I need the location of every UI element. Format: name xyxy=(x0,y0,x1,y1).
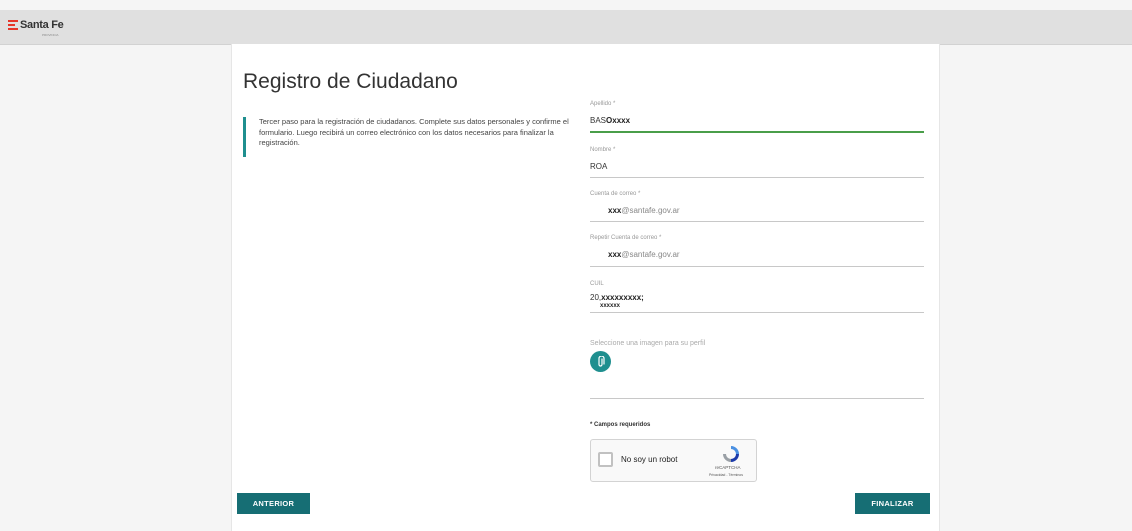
email-underline xyxy=(590,221,924,222)
intro-text: Tercer paso para la registración de ciud… xyxy=(243,117,589,157)
paperclip-icon xyxy=(598,355,605,367)
cuil-label: CUIL xyxy=(590,281,604,287)
santa-fe-logo[interactable]: Santa Fe PROVINCIA xyxy=(8,19,64,37)
email-repeat-underline xyxy=(590,266,924,267)
recaptcha-label: No soy un robot xyxy=(621,455,678,464)
email-label: Cuenta de correo * xyxy=(590,191,641,197)
apellido-underline xyxy=(590,131,924,133)
top-bar: Santa Fe PROVINCIA xyxy=(0,10,1132,45)
apellido-value[interactable]: BASOxxxx xyxy=(590,116,630,125)
apellido-field[interactable]: Apellido * BASOxxxx xyxy=(590,101,924,134)
email-repeat-value-redacted: xxx xyxy=(608,250,622,259)
profile-image-label: Seleccione una imagen para su perfil xyxy=(590,340,706,347)
email-repeat-value[interactable]: xxx@santafe.gov.ar xyxy=(608,250,680,259)
email-repeat-value-suffix: @santafe.gov.ar xyxy=(621,250,680,259)
nombre-value[interactable]: ROA xyxy=(590,162,607,171)
recaptcha-terms-link[interactable]: Privacidad - Términos xyxy=(709,473,743,477)
cuil-value[interactable]: 20,xxxxxxxxx; xyxy=(590,293,644,302)
apellido-label: Apellido * xyxy=(590,101,616,107)
finish-button[interactable]: FINALIZAR xyxy=(855,493,930,514)
profile-image-underline xyxy=(590,398,924,399)
previous-button[interactable]: ANTERIOR xyxy=(237,493,310,514)
logo-text: Santa Fe xyxy=(20,19,64,31)
email-value-suffix: @santafe.gov.ar xyxy=(621,206,680,215)
nombre-field[interactable]: Nombre * ROA xyxy=(590,147,924,179)
email-field[interactable]: Cuenta de correo * xxx@santafe.gov.ar xyxy=(590,191,924,223)
cuil-value-prefix: 20, xyxy=(590,293,602,302)
apellido-value-redacted: Oxxxx xyxy=(606,116,631,125)
cuil-field[interactable]: CUIL 20,xxxxxxxxx; xxxxxx xyxy=(590,281,924,313)
recaptcha-brand: reCAPTCHA xyxy=(715,465,741,470)
email-repeat-label: Repetir Cuenta de correo * xyxy=(590,235,662,241)
apellido-value-prefix: BAS xyxy=(590,116,607,125)
recaptcha-widget: No soy un robot reCAPTCHA Privacidad - T… xyxy=(590,439,757,482)
nombre-underline xyxy=(590,177,924,178)
recaptcha-checkbox[interactable] xyxy=(598,452,613,467)
email-value[interactable]: xxx@santafe.gov.ar xyxy=(608,206,680,215)
recaptcha-logo-icon xyxy=(723,446,739,462)
cuil-value-redacted: xxxxxxxxx; xyxy=(601,293,644,302)
required-fields-note: * Campos requeridos xyxy=(590,422,651,428)
cuil-underline xyxy=(590,312,924,313)
email-value-redacted: xxx xyxy=(608,206,622,215)
page-title: Registro de Ciudadano xyxy=(243,70,458,93)
santa-fe-logo-mark-icon xyxy=(8,19,18,31)
logo-subtext: PROVINCIA xyxy=(42,33,59,37)
cuil-value-line2: xxxxxx xyxy=(600,303,621,309)
profile-image-upload-button[interactable] xyxy=(590,351,611,372)
email-repeat-field[interactable]: Repetir Cuenta de correo * xxx@santafe.g… xyxy=(590,235,924,268)
nombre-label: Nombre * xyxy=(590,147,616,153)
